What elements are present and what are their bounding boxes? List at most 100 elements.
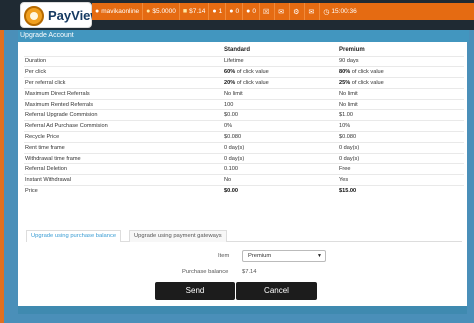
percent-value: 20%	[224, 79, 236, 86]
menu-balance-main[interactable]: ● $5.0000	[143, 3, 180, 20]
standard-value: No	[223, 174, 338, 186]
counter-1: 1	[218, 8, 223, 15]
envelope-icon: ✉	[278, 8, 285, 16]
standard-value: 0 day(s)	[223, 152, 338, 164]
percent-value: 25%	[339, 79, 351, 86]
menu-settings[interactable]: ⚙	[290, 3, 306, 20]
percent-value: 60%	[224, 69, 236, 76]
item-select[interactable]: Premium ▼	[242, 250, 326, 262]
column-header-feature	[24, 44, 223, 56]
top-menu: ● mavikaonline ● $5.0000 ■ $7.14 ● 1 ● 0 ● 0 ☒…	[92, 3, 474, 20]
percent-suffix: of click value	[350, 69, 384, 76]
main-balance: $5.0000	[152, 8, 176, 15]
row-label: Referral Deletion	[24, 163, 223, 175]
brand-logo[interactable]: PayView	[20, 2, 101, 28]
standard-value: 20% of click value	[223, 77, 338, 89]
row-label: Price	[24, 185, 223, 197]
top-bar: PayView ● mavikaonline ● $5.0000 ■ $7.14 ● 1…	[0, 0, 474, 30]
logo-icon	[24, 6, 44, 26]
percent-value: 80%	[339, 69, 351, 76]
table-header-row: Standard Premium	[24, 44, 464, 56]
percent-suffix: of click value	[350, 79, 384, 86]
section-title: Upgrade Account	[18, 30, 469, 42]
people-icon: ●	[212, 8, 217, 15]
tab-payment-gateways[interactable]: Upgrade using payment gateways	[129, 230, 227, 242]
panel-footer-strip	[18, 306, 467, 314]
menu-counter-1[interactable]: ● 1	[209, 3, 227, 20]
standard-value: $0.00	[223, 109, 338, 121]
menu-balance-purchase[interactable]: ■ $7.14	[180, 3, 210, 20]
table-row: Referral Deletion 0.100 Free	[24, 163, 464, 175]
row-label: Duration	[24, 55, 223, 67]
standard-value: 60% of click value	[223, 66, 338, 78]
percent-suffix: of click value	[235, 69, 269, 76]
column-header-standard: Standard	[224, 46, 251, 53]
clock-icon: ◷	[323, 8, 330, 16]
membership-comparison-table: Standard Premium Duration Lifetime 90 da…	[24, 44, 464, 197]
chevron-down-icon: ▼	[317, 253, 322, 259]
upgrade-method-tabs: Upgrade using purchase balance Upgrade u…	[26, 230, 462, 242]
premium-value: Free	[338, 163, 464, 175]
menu-user[interactable]: ● mavikaonline	[92, 3, 144, 20]
send-button[interactable]: Send	[155, 282, 235, 300]
standard-value: No limit	[223, 87, 338, 100]
premium-price: $15.00	[339, 188, 357, 195]
table-row: Per click 60% of click value 80% of clic…	[24, 66, 464, 78]
purchase-balance: $7.14	[189, 8, 206, 15]
premium-value: 25% of click value	[338, 77, 464, 89]
purchase-balance-value: $7.14	[242, 269, 257, 275]
row-label: Referral Ad Purchase Commision	[24, 120, 223, 132]
upgrade-panel: Standard Premium Duration Lifetime 90 da…	[18, 42, 467, 306]
percent-suffix: of click value	[235, 79, 269, 86]
menu-mail[interactable]: ✉	[275, 3, 291, 20]
table-row: Referral Ad Purchase Commision 0% 10%	[24, 120, 464, 132]
column-header-premium: Premium	[339, 46, 365, 53]
group-icon: ●	[246, 8, 251, 15]
table-row: Maximum Direct Referrals No limit No lim…	[24, 87, 464, 100]
table-row: Maximum Rented Referrals 100 No limit	[24, 98, 464, 110]
premium-value: Yes	[338, 174, 464, 186]
standard-value: 0%	[223, 120, 338, 132]
standard-price: $0.00	[224, 188, 238, 195]
row-label: Per referral click	[24, 77, 223, 89]
table-row-price: Price $0.00 $15.00	[24, 185, 464, 197]
table-row: Per referral click 20% of click value 25…	[24, 77, 464, 89]
premium-value: No limit	[338, 87, 464, 100]
premium-value: 80% of click value	[338, 66, 464, 78]
coins-icon: ●	[146, 8, 151, 15]
premium-value: 90 days	[338, 55, 464, 67]
row-label: Maximum Rented Referrals	[24, 98, 223, 110]
gear-icon: ⚙	[293, 8, 300, 16]
menu-inbox[interactable]: ✉	[305, 3, 321, 20]
menu-cart[interactable]: ☒	[260, 3, 276, 20]
premium-value: No limit	[338, 98, 464, 110]
premium-value: $15.00	[338, 185, 464, 197]
users-icon: ●	[229, 8, 234, 15]
menu-counter-2[interactable]: ● 0	[226, 3, 244, 20]
purchase-balance-label: Purchase balance	[182, 269, 229, 275]
row-label: Rent time frame	[24, 141, 223, 154]
standard-value: 0 day(s)	[223, 141, 338, 154]
standard-value: $0.00	[223, 185, 338, 197]
wallet-icon: ■	[182, 8, 188, 15]
counter-2: 0	[235, 8, 240, 15]
row-label: Recycle Price	[24, 131, 223, 143]
row-label: Instant Withdrawal	[24, 174, 223, 186]
cart-icon: ☒	[263, 8, 270, 16]
standard-value: Lifetime	[223, 55, 338, 67]
standard-value: $0.080	[223, 131, 338, 143]
inbox-icon: ✉	[308, 8, 315, 16]
row-label: Withdrawal time frame	[24, 152, 223, 164]
username: mavikaonline	[101, 8, 140, 15]
premium-value: 0 day(s)	[338, 152, 464, 164]
standard-value: 100	[223, 98, 338, 110]
counter-3: 0	[252, 8, 256, 15]
cancel-button[interactable]: Cancel	[236, 282, 317, 300]
table-row: Instant Withdrawal No Yes	[24, 174, 464, 186]
tab-purchase-balance[interactable]: Upgrade using purchase balance	[26, 230, 122, 242]
menu-clock: ◷ 15:00:36	[320, 3, 359, 20]
user-icon: ●	[95, 8, 100, 15]
menu-counter-3[interactable]: ● 0	[243, 3, 260, 20]
premium-value: 10%	[338, 120, 464, 132]
item-selected-value: Premium	[248, 253, 272, 259]
